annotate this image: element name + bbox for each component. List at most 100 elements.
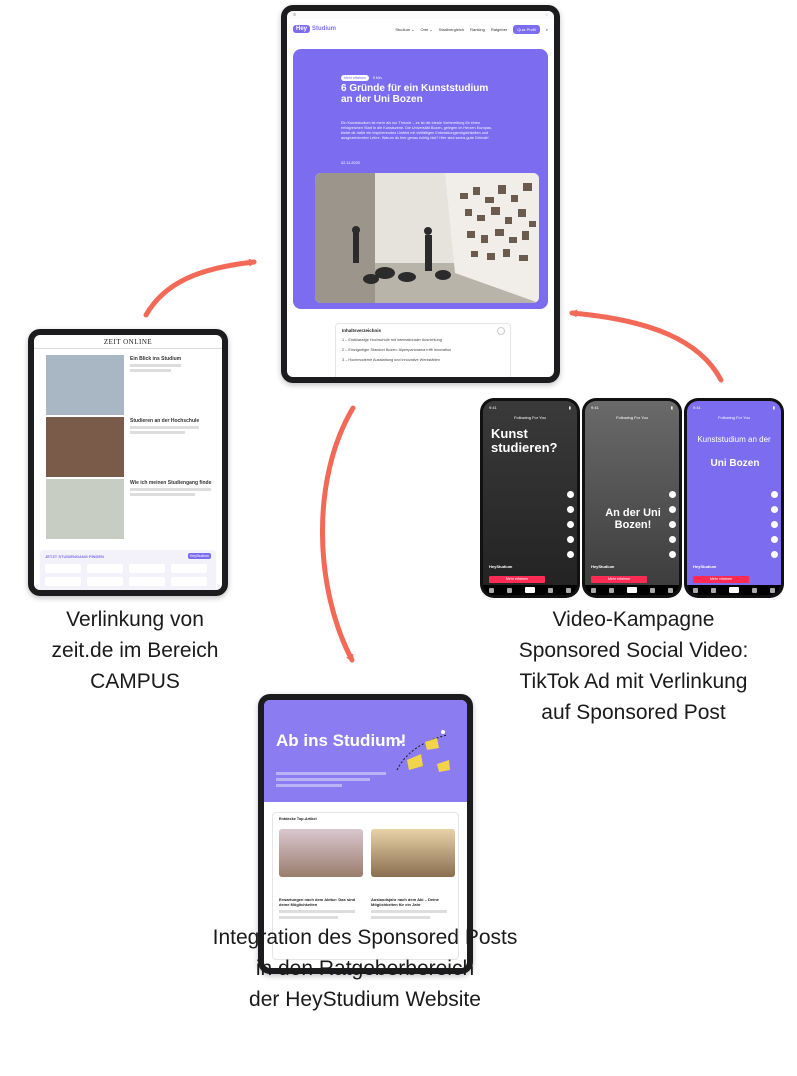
chevron-down-icon[interactable] [497,327,505,335]
create-icon[interactable] [524,587,535,593]
friends-icon[interactable] [711,587,717,593]
inbox-icon[interactable] [547,587,553,593]
tab-bar [483,585,577,595]
list-item[interactable]: Studieren an der Hochschule [46,417,216,487]
tiktok-phone-2: 9:41 ▮ Following For You An der Uni Bozen… [582,398,682,598]
toc-item[interactable]: 1 – Erstklassige Hochschule mit internat… [342,338,504,342]
comment-icon[interactable] [566,521,574,528]
article-hero: Mehr erfahren 5 Min. 6 Gründe für ein Ku… [293,49,548,309]
profile-icon[interactable] [769,587,775,593]
article-title: 6 Gründe für ein Kunststudium an der Uni… [341,83,489,105]
hero-badge: Mehr erfahren [341,75,369,81]
bookmark-icon[interactable] [668,536,676,543]
cta-button[interactable]: Mehr erfahren [693,576,749,583]
tiktok-screen: 9:41 ▮ Following For You Kunststudium an … [687,401,781,595]
battery-icon: ▮ [772,405,775,410]
comment-icon[interactable] [770,521,778,528]
avatar[interactable] [770,491,778,498]
avatar[interactable] [566,491,574,498]
bookmark-icon[interactable] [566,536,574,543]
tiktok-screen: 9:41 ▮ Following For You Kunst studieren?… [483,401,577,595]
status-time: 9:41 [693,405,701,410]
comment-icon[interactable] [668,521,676,528]
heystudium-logo[interactable]: Hey [293,25,311,33]
study-link[interactable] [87,577,123,586]
avatar[interactable] [668,491,676,498]
status-time: 9:41 [489,405,497,410]
study-link[interactable] [87,564,123,573]
create-icon[interactable] [626,587,637,593]
zeit-logo: ZEIT ONLINE [34,335,222,349]
tiktok-screen: 9:41 ▮ Following For You An der Uni Bozen… [585,401,679,595]
nav-item-studium[interactable]: Studium ⌄ [395,27,414,32]
sponsored-post-screen: ☰ ⌕ Hey Studium Studium ⌄ Orte ⌄ Stadtver… [287,11,554,377]
video-overlay-text: Kunst studieren? [491,426,558,455]
card-headline: Erwartungen nach dem Abitur: Das sind de… [279,897,356,907]
home-icon[interactable] [591,587,597,593]
study-link[interactable] [171,577,207,586]
share-icon[interactable] [566,551,574,558]
inbox-icon[interactable] [649,587,655,593]
cta-button[interactable]: Mehr erfahren [591,576,647,583]
heystudium-logo-text: Studium [312,26,337,32]
study-link[interactable] [45,564,81,573]
friends-icon[interactable] [507,587,513,593]
study-link[interactable] [171,564,207,573]
toc-item[interactable]: 2 – Einzigartiger Standort Bozen: Alpenp… [342,348,504,352]
share-icon[interactable] [668,551,676,558]
profile-icon[interactable] [667,587,673,593]
quiz-button[interactable]: Quiz Profil [513,24,540,34]
account-handle[interactable]: HeyStudium [693,564,716,569]
tiktok-phone-1: 9:41 ▮ Following For You Kunst studieren?… [480,398,580,598]
arrow-video-to-post [569,309,724,383]
account-handle[interactable]: HeyStudium [591,564,614,569]
top-bar: ☰ ⌕ [287,11,554,19]
study-link[interactable] [129,564,165,573]
table-of-contents: Inhaltsverzeichnis 1 – Erstklassige Hoch… [335,323,511,377]
list-item[interactable]: Ein Blick ins Studium [46,355,216,425]
heart-icon[interactable] [566,506,574,513]
feed-tabs[interactable]: Following For You [483,415,577,420]
list-item[interactable]: Wie ich meinen Studiengang finde [46,479,216,549]
video-overlay-text: Kunststudium an der [697,435,771,444]
toc-title: Inhaltsverzeichnis [342,328,382,333]
inbox-icon[interactable] [751,587,757,593]
feed-tabs[interactable]: Following For You [687,415,781,420]
article-photo-icon [371,829,455,877]
study-link[interactable] [45,577,81,586]
nav-item-stadtvergleich[interactable]: Stadtvergleich [439,27,464,32]
arrow-post-to-integration [320,405,356,663]
zeit-online-tablet: ZEIT ONLINE Ein Blick ins Studium Studie… [28,329,228,596]
nav-item-ranking[interactable]: Ranking [470,27,485,32]
nav-item-ratgeber[interactable]: Ratgeber [491,27,507,32]
create-icon[interactable] [728,587,739,593]
heystudium-logo[interactable]: HeyStudium [187,553,211,559]
account-handle[interactable]: HeyStudium [489,564,512,569]
ratgeber-subtitle-placeholder [276,772,386,790]
study-link[interactable] [129,577,165,586]
cta-button[interactable]: Mehr erfahren [489,576,545,583]
gallery-photo-icon [315,173,539,303]
caption-integration: Integration des Sponsored Posts in den R… [212,926,518,1011]
caption-video: Video-Kampagne Sponsored Social Video: T… [518,608,749,724]
toc-item[interactable]: 3 – Hochmoderne Ausstattung und innovati… [342,358,504,362]
share-icon[interactable] [770,551,778,558]
heystudium-nav: Hey Studium Studium ⌄ Orte ⌄ Stadtvergle… [287,19,554,39]
article-headline: Studieren an der Hochschule [130,418,200,424]
heart-icon[interactable] [668,506,676,513]
friends-icon[interactable] [609,587,615,593]
heart-icon[interactable] [770,506,778,513]
home-icon[interactable] [489,587,495,593]
nav-item-orte[interactable]: Orte ⌄ [421,27,433,32]
tab-bar [687,585,781,595]
bookmark-icon[interactable] [770,536,778,543]
search-icon[interactable]: ⌕ [546,27,548,32]
feed-tabs[interactable]: Following For You [585,415,679,420]
status-time: 9:41 [591,405,599,410]
profile-icon[interactable] [565,587,571,593]
caption-zeit: Verlinkung von zeit.de im Bereich CAMPUS [51,608,219,693]
tab-bar [585,585,679,595]
study-finder-title: JETZT STUDIENGANG FINDEN [45,554,104,559]
action-rail [668,491,676,558]
home-icon[interactable] [693,587,699,593]
